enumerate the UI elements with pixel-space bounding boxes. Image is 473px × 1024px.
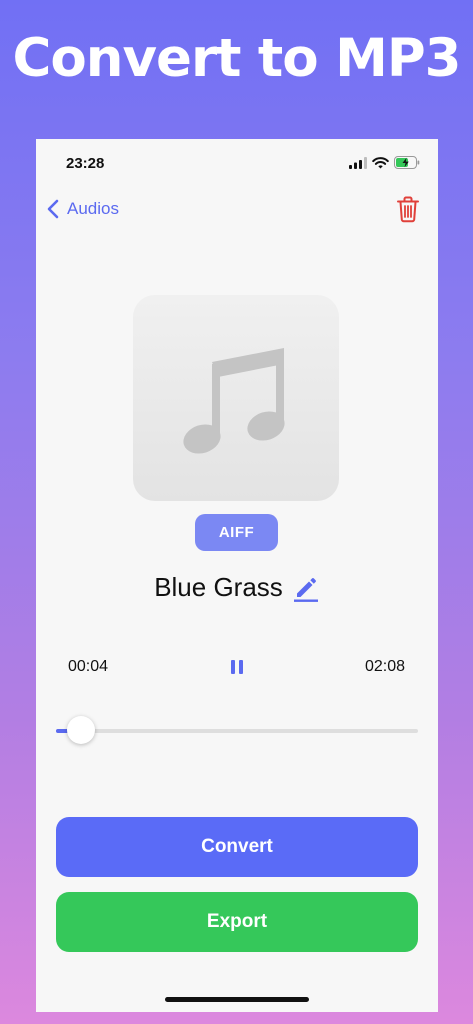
back-label: Audios: [67, 199, 119, 218]
wifi-icon: [372, 156, 389, 168]
signal-icon: [349, 156, 367, 169]
phone-screen: 23:28 Audios AIFF Blue Grass 00:04 02:08…: [36, 139, 438, 1012]
track-title: Blue Grass: [154, 572, 283, 602]
format-badge: AIFF: [195, 514, 278, 551]
promo-headline: Convert to MP3: [12, 28, 461, 89]
trash-icon[interactable]: [396, 196, 420, 223]
elapsed-time: 00:04: [68, 658, 109, 675]
export-button[interactable]: Export: [56, 892, 418, 952]
battery-charging-icon: [394, 156, 420, 169]
music-note-icon: [183, 348, 285, 454]
status-time: 23:28: [66, 155, 105, 172]
chevron-left-icon: [47, 199, 59, 219]
back-button[interactable]: Audios: [44, 197, 119, 221]
total-duration: 02:08: [364, 658, 405, 675]
album-artwork: [133, 295, 339, 501]
status-icons: [349, 156, 420, 169]
home-indicator: [165, 997, 309, 1002]
pencil-icon[interactable]: [292, 574, 320, 602]
track-title-row: Blue Grass: [36, 572, 438, 603]
pause-icon[interactable]: [229, 658, 245, 676]
convert-button[interactable]: Convert: [56, 817, 418, 877]
playback-slider[interactable]: [56, 716, 418, 744]
slider-thumb[interactable]: [67, 716, 96, 744]
